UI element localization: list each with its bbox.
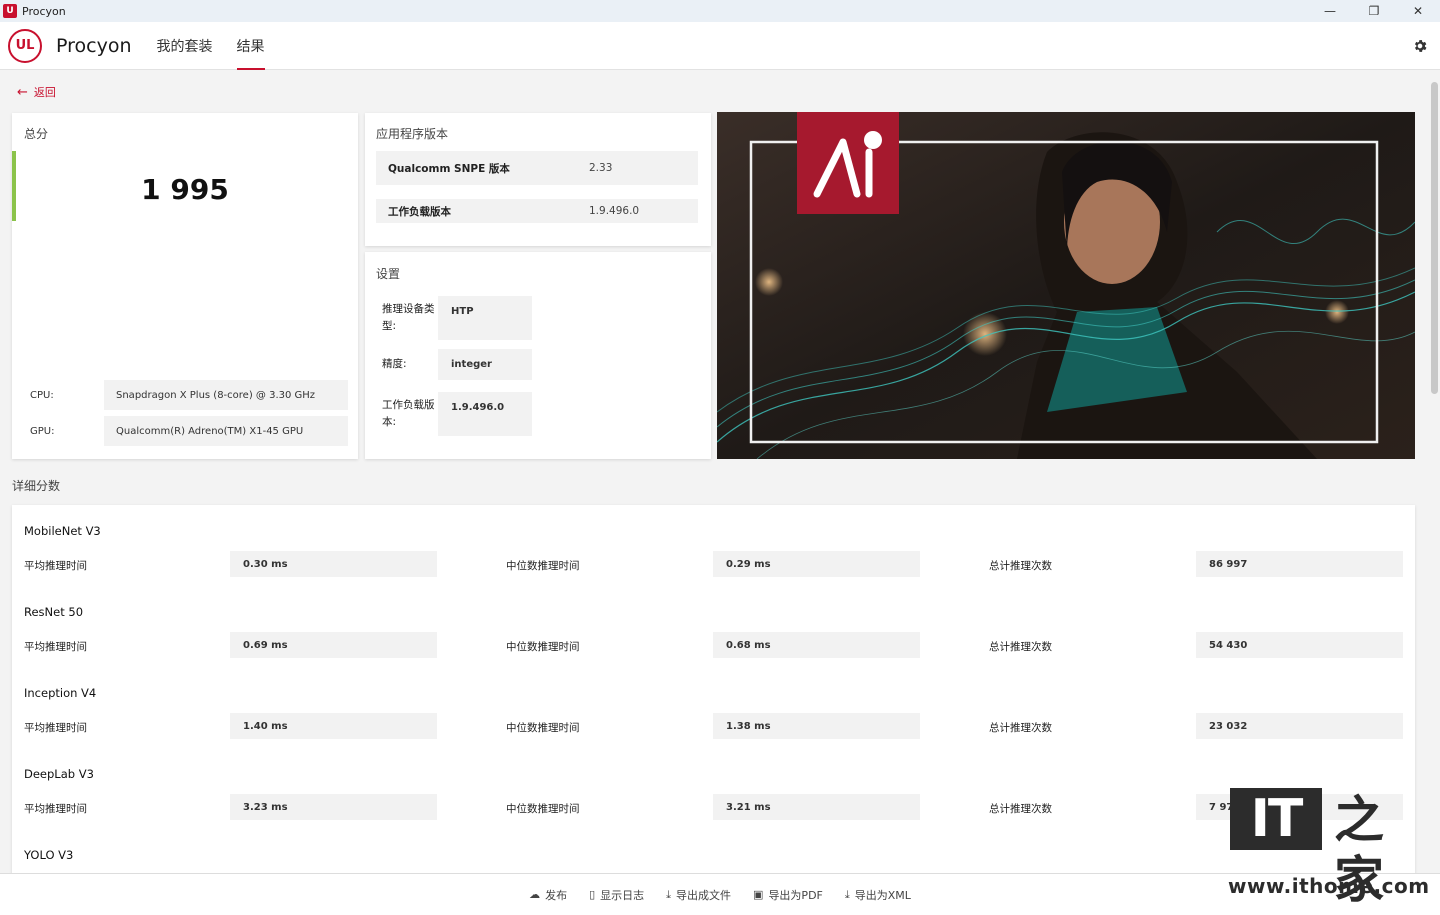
export-file-label: 导出成文件 [676,888,732,902]
avg-inference-label: 平均推理时间 [24,560,87,572]
watermark-logo: IT [1230,788,1322,850]
download-icon: ⤓ [666,887,672,901]
avg-inference-value: 3.23 ms [230,794,437,820]
total-score-title: 总分 [24,127,49,141]
median-inference-label: 中位数推理时间 [506,560,580,572]
brand-name: Procyon [56,34,132,57]
cloud-upload-icon: ☁ [529,888,541,901]
precision-label: 精度: [382,358,407,370]
ul-logo: UL [8,28,42,63]
median-inference-value: 0.68 ms [713,632,920,658]
settings-workload-label: 工作负载版本: [382,399,435,428]
publish-button[interactable]: ☁ 发布 [529,887,567,903]
inference-device-value: HTP [438,296,532,340]
show-log-button[interactable]: ▯ 显示日志 [589,887,644,903]
total-inferences-value: 86 997 [1196,551,1403,577]
app-versions-title: 应用程序版本 [376,127,449,141]
cpu-value: Snapdragon X Plus (8-core) @ 3.30 GHz [104,380,348,410]
detailed-scores-title: 详细分数 [12,479,61,493]
export-pdf-button[interactable]: ▣ 导出为PDF [753,887,823,903]
window-title: Procyon [22,4,66,18]
settings-workload-value: 1.9.496.0 [438,392,532,436]
app-navbar: UL Procyon 我的套装 结果 [0,22,1440,70]
median-inference-value: 1.38 ms [713,713,920,739]
median-inference-value: 3.21 ms [713,794,920,820]
app-icon: U [3,4,17,18]
median-inference-label: 中位数推理时间 [506,803,580,815]
total-inferences-label: 总计推理次数 [989,803,1052,815]
window-titlebar: U Procyon — ❐ ✕ [0,0,1440,22]
ithome-watermark: IT 之家 www.ithome.com [1226,786,1429,909]
total-inferences-label: 总计推理次数 [989,641,1052,653]
detailed-scores-card: MobileNet V3 平均推理时间 0.30 ms 中位数推理时间 0.29… [12,505,1415,885]
cpu-label: CPU: [30,389,54,401]
benchmark-name: DeepLab V3 [24,767,94,781]
workload-version-value: 1.9.496.0 [589,205,640,217]
hero-illustration [717,112,1415,459]
gpu-label: GPU: [30,425,55,437]
vertical-scrollbar[interactable] [1431,82,1438,394]
settings-card: 设置 推理设备类型: HTP 精度: integer 工作负载版本: 1.9.4… [365,252,711,459]
avg-inference-label: 平均推理时间 [24,722,87,734]
export-xml-label: 导出为XML [854,888,911,902]
avg-inference-value: 0.30 ms [230,551,437,577]
gpu-value: Qualcomm(R) Adreno(TM) X1-45 GPU [104,416,348,446]
back-label: 返回 [33,86,56,99]
avg-inference-value: 0.69 ms [230,632,437,658]
bottom-action-bar: ☁ 发布 ▯ 显示日志 ⤓ 导出成文件 ▣ 导出为PDF ⤓ 导出为XML [0,873,1440,915]
export-xml-button[interactable]: ⤓ 导出为XML [845,887,911,903]
tab-results[interactable]: 结果 [236,22,265,70]
save-icon: ▣ [753,888,764,901]
export-file-button[interactable]: ⤓ 导出成文件 [666,887,731,903]
app-versions-card: 应用程序版本 Qualcomm SNPE 版本 2.33 工作负载版本 1.9.… [365,113,711,246]
watermark-url: www.ithome.com [1228,874,1430,898]
download-icon: ⤓ [844,887,850,901]
precision-row: 精度: integer [382,349,562,380]
close-button[interactable]: ✕ [1396,0,1440,22]
benchmark-name: Inception V4 [24,686,97,700]
total-inferences-value: 23 032 [1196,713,1403,739]
benchmark-name: ResNet 50 [24,605,84,619]
benchmark-name: YOLO V3 [24,848,74,862]
median-inference-value: 0.29 ms [713,551,920,577]
minimize-button[interactable]: — [1308,0,1352,22]
snpe-version-row: Qualcomm SNPE 版本 2.33 [376,151,698,185]
gpu-row: GPU: Qualcomm(R) Adreno(TM) X1-45 GPU [30,416,348,446]
total-score-value: 1 995 [141,173,229,206]
window-controls: — ❐ ✕ [1308,0,1440,22]
tab-my-suites[interactable]: 我的套装 [157,22,213,70]
avg-inference-label: 平均推理时间 [24,803,87,815]
export-pdf-label: 导出为PDF [768,888,823,902]
precision-value: integer [438,349,532,380]
gear-icon[interactable] [1412,38,1428,54]
snpe-version-label: Qualcomm SNPE 版本 [388,162,510,175]
inference-device-label: 推理设备类型: [382,303,435,332]
workload-version-row: 工作负载版本 1.9.496.0 [376,199,698,223]
avg-inference-label: 平均推理时间 [24,641,87,653]
total-inferences-label: 总计推理次数 [989,560,1052,572]
inference-device-row: 推理设备类型: HTP [382,296,562,340]
median-inference-label: 中位数推理时间 [506,641,580,653]
publish-label: 发布 [545,888,568,902]
total-score-card: 总分 1 995 CPU: Snapdragon X Plus (8-core)… [12,113,358,459]
median-inference-label: 中位数推理时间 [506,722,580,734]
hero-banner-image [717,112,1415,459]
back-link[interactable]: ← 返回 [17,84,56,100]
cpu-row: CPU: Snapdragon X Plus (8-core) @ 3.30 G… [30,380,348,410]
total-inferences-label: 总计推理次数 [989,722,1052,734]
document-icon: ▯ [589,888,596,901]
show-log-label: 显示日志 [600,888,645,902]
total-inferences-value: 54 430 [1196,632,1403,658]
settings-title: 设置 [376,267,401,281]
avg-inference-value: 1.40 ms [230,713,437,739]
workload-version-label: 工作负载版本 [388,205,451,218]
arrow-left-icon: ← [17,84,28,100]
snpe-version-value: 2.33 [589,162,613,174]
settings-workload-row: 工作负载版本: 1.9.496.0 [382,392,562,436]
benchmark-name: MobileNet V3 [24,524,101,538]
maximize-button[interactable]: ❐ [1352,0,1396,22]
